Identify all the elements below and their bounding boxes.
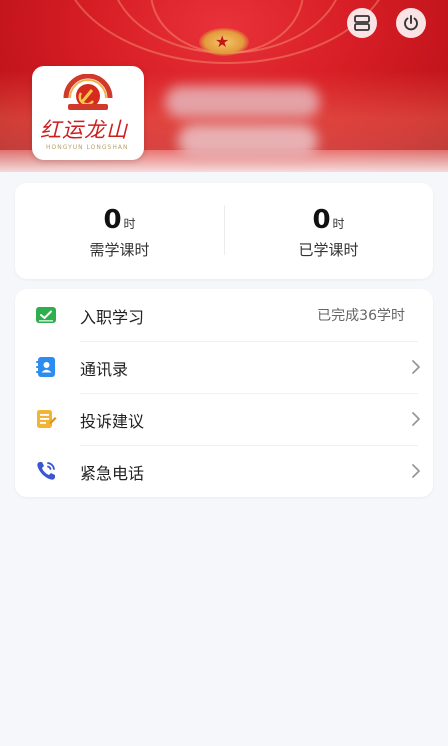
- power-icon[interactable]: [396, 8, 426, 38]
- menu-item-onboarding-study[interactable]: 入职学习 已完成36学时: [15, 289, 433, 341]
- completed-hours-stat: 0 时 已学课时: [224, 183, 433, 279]
- study-hours-card: 0 时 需学课时 0 时 已学课时: [15, 183, 433, 279]
- organization-logo: 红运龙山 HONGYUN LONGSHAN: [32, 66, 144, 160]
- menu-item-contacts[interactable]: 通讯录: [15, 341, 433, 393]
- required-hours-value: 0: [103, 205, 122, 235]
- completed-hours-value: 0: [312, 205, 331, 235]
- menu-label-emergency-phone: 紧急电话: [80, 464, 145, 483]
- star-icon: ★: [215, 32, 230, 51]
- completed-hours-unit: 时: [332, 217, 345, 231]
- required-hours-unit: 时: [123, 217, 136, 231]
- menu-item-emergency-phone[interactable]: 紧急电话: [15, 445, 433, 497]
- chevron-right-icon: [412, 360, 420, 374]
- logo-script-text: 红运龙山: [40, 118, 128, 142]
- menu-label-onboarding-study: 入职学习: [80, 308, 145, 327]
- feedback-icon: [37, 410, 57, 428]
- menu-card: 入职学习 已完成36学时 通讯录 投诉建议 紧急电话: [15, 289, 433, 497]
- completion-status: 已完成36学时: [317, 308, 405, 324]
- chevron-right-icon: [412, 412, 420, 426]
- certificate-icon: [36, 307, 56, 323]
- completed-hours-label: 已学课时: [298, 241, 359, 259]
- scan-icon[interactable]: [347, 8, 377, 38]
- party-emblem-icon: [63, 74, 113, 110]
- contacts-icon: [36, 357, 55, 377]
- menu-item-complaints[interactable]: 投诉建议: [15, 393, 433, 445]
- phone-icon: [37, 462, 55, 480]
- chevron-right-icon: [412, 464, 420, 478]
- logo-small-text: HONGYUN LONGSHAN: [46, 144, 129, 151]
- required-hours-stat: 0 时 需学课时: [15, 183, 224, 279]
- required-hours-label: 需学课时: [89, 241, 150, 259]
- menu-label-complaints: 投诉建议: [80, 412, 145, 431]
- menu-label-contacts: 通讯录: [80, 360, 129, 379]
